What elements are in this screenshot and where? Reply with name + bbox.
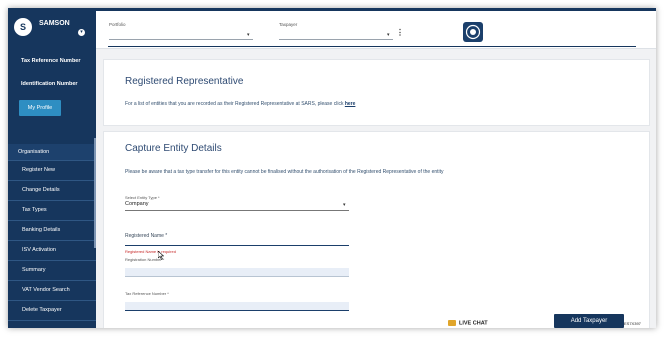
entity-type-select[interactable]: Company <box>125 201 149 207</box>
sidebar-item-banking-details[interactable]: Banking Details <box>8 221 96 241</box>
portfolio-select[interactable] <box>109 39 253 40</box>
sars-logo-icon <box>463 22 483 42</box>
portfolio-label: Portfolio <box>109 22 126 27</box>
topbar-accent <box>96 8 656 11</box>
registered-name-error: Registered Name is required <box>125 249 176 254</box>
sidebar-item-tax-types[interactable]: Tax Types <box>8 201 96 221</box>
registration-number-input[interactable] <box>125 268 349 277</box>
sidebar-section-organisation[interactable]: Organisation <box>8 144 96 161</box>
registered-name-label: Registered Name * <box>125 233 168 239</box>
sidebar-item-delete-taxpayer[interactable]: Delete Taxpayer <box>8 301 96 321</box>
sidebar-scrollbar[interactable] <box>94 138 96 248</box>
capture-entity-title: Capture Entity Details <box>125 143 222 154</box>
top-bar: Portfolio ▾ Taxpayer ▾ ⋮ <box>96 8 656 49</box>
user-menu[interactable]: S SAMSON ▾ <box>14 18 94 40</box>
my-profile-button[interactable]: My Profile <box>19 100 61 116</box>
live-chat-button[interactable]: LIVE CHAT <box>448 320 488 326</box>
sidebar-item-register-new[interactable]: Register New <box>8 161 96 181</box>
sidebar-item-isv-activation[interactable]: ISV Activation <box>8 241 96 261</box>
topbar-divider <box>108 46 636 47</box>
identification-label: Identification Number <box>21 81 78 87</box>
registered-representative-text: For a list of entities that you are reco… <box>125 101 355 107</box>
sidebar-nav: Organisation Register New Change Details… <box>8 144 96 321</box>
reference-code: ES7X397 <box>624 321 641 326</box>
user-name: SAMSON <box>39 20 70 27</box>
entity-type-underline <box>125 210 349 211</box>
taxpayer-label: Taxpayer <box>279 22 298 27</box>
mouse-pointer-icon <box>158 251 164 260</box>
tax-reference-label: Tax Reference Number <box>21 58 81 64</box>
capture-entity-card: Capture Entity Details Please be aware t… <box>103 131 650 328</box>
live-chat-label: LIVE CHAT <box>459 320 488 327</box>
registered-representative-title: Registered Representative <box>125 76 244 87</box>
avatar[interactable]: S <box>14 18 32 36</box>
tax-reference-number-label: Tax Reference Number * <box>125 291 169 296</box>
registered-representative-description: For a list of entities that you are reco… <box>125 101 344 107</box>
sidebar: S SAMSON ▾ Tax Reference Number Identifi… <box>8 8 96 328</box>
registered-representative-card: Registered Representative For a list of … <box>103 59 650 126</box>
chevron-down-icon[interactable]: ▾ <box>387 32 390 38</box>
more-options-icon[interactable]: ⋮ <box>396 28 404 37</box>
chevron-down-icon[interactable]: ▾ <box>78 29 85 36</box>
add-taxpayer-button[interactable]: Add Taxpayer <box>554 314 624 328</box>
entity-type-label: Select Entity Type * <box>125 195 160 200</box>
taxpayer-select[interactable] <box>279 39 393 40</box>
chevron-down-icon[interactable]: ▾ <box>343 202 346 208</box>
browser-frame: S SAMSON ▾ Tax Reference Number Identifi… <box>8 8 656 328</box>
tax-reference-number-input[interactable] <box>125 302 349 311</box>
sidebar-item-change-details[interactable]: Change Details <box>8 181 96 201</box>
sidebar-item-vat-vendor-search[interactable]: VAT Vendor Search <box>8 281 96 301</box>
sidebar-item-summary[interactable]: Summary <box>8 261 96 281</box>
capture-entity-notice: Please be aware that a tax type transfer… <box>125 169 444 175</box>
chevron-down-icon[interactable]: ▾ <box>247 32 250 38</box>
registered-name-input[interactable] <box>125 245 349 246</box>
registered-representative-link[interactable]: here <box>345 101 356 107</box>
chat-icon <box>448 320 456 326</box>
